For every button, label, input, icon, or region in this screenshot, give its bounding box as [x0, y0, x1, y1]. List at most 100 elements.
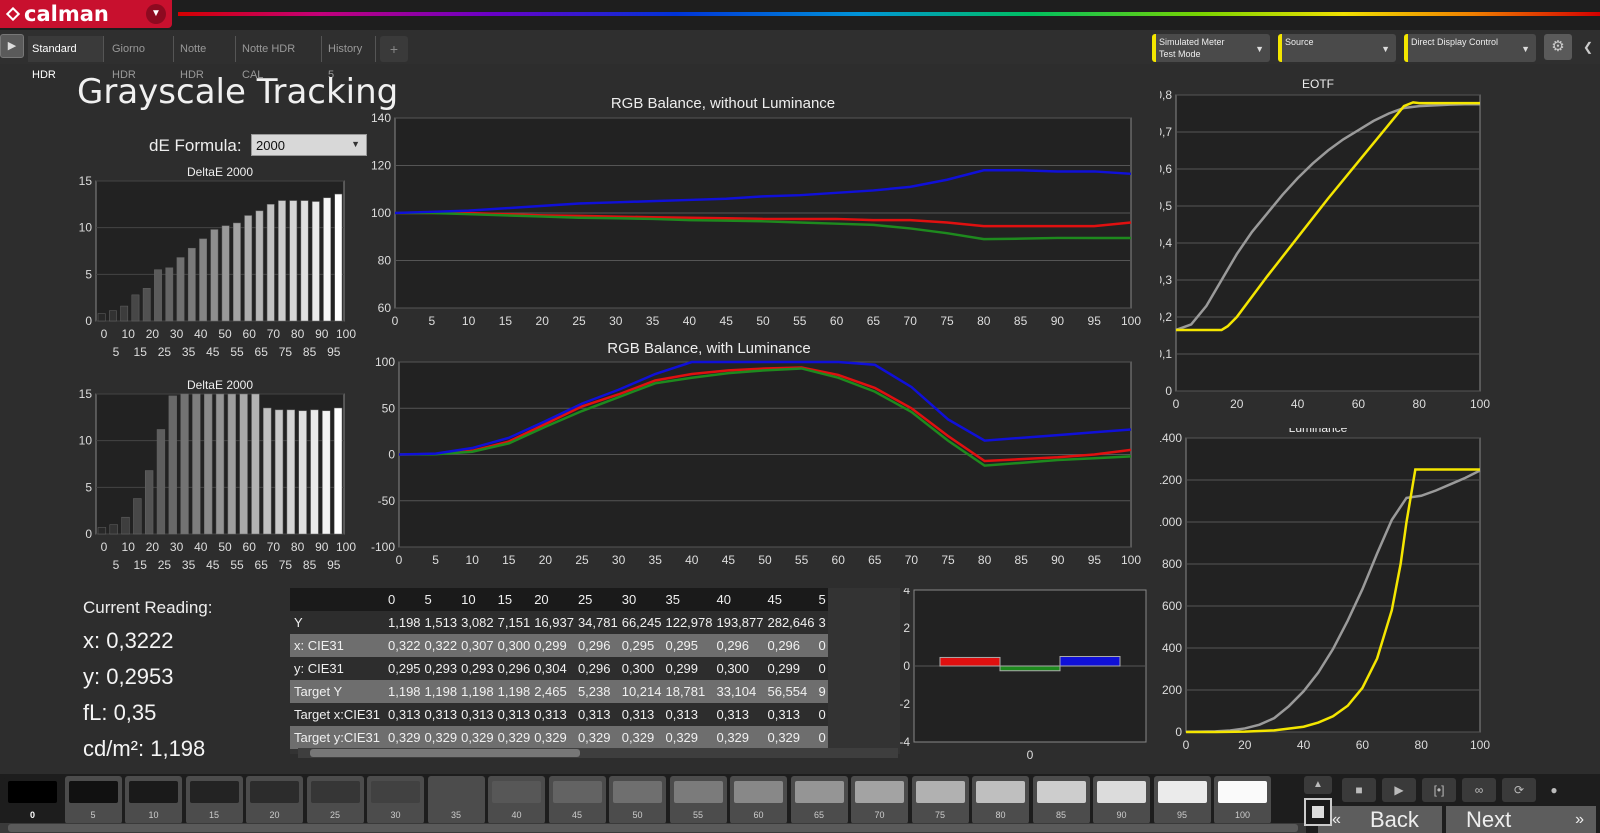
patch-swatch[interactable]: 15	[185, 776, 243, 824]
patch-label: 20	[269, 810, 280, 820]
x-tick-label: 25	[158, 558, 172, 572]
deltae-bar	[142, 288, 151, 322]
deltae-bar	[323, 197, 331, 322]
patch-swatch[interactable]: 35	[427, 776, 485, 824]
patch-swatch[interactable]: 100	[1214, 776, 1271, 824]
x-tick-label: 100	[1121, 314, 1141, 328]
patch-swatch[interactable]: 30	[367, 776, 424, 824]
next-button[interactable]: Next »	[1446, 806, 1596, 833]
patch-color	[1097, 781, 1146, 803]
table-cell: 9	[816, 680, 828, 703]
x-tick-label: 60	[243, 327, 257, 341]
patch-color	[673, 781, 723, 803]
patch-swatch[interactable]: 60	[730, 776, 787, 824]
table-scrollbar[interactable]	[298, 748, 898, 758]
table-cell: 0,329	[714, 726, 766, 749]
deltae-bar	[311, 201, 320, 322]
table-row: Target y:CIE31 0,329 0,329 0,329 0,329 0,329 0…	[290, 726, 828, 749]
x-tick-label: 60	[243, 540, 257, 554]
table-scrollbar-thumb[interactable]	[310, 749, 580, 757]
play-icon[interactable]: ▶	[1382, 778, 1416, 802]
stop-button[interactable]	[1304, 798, 1332, 826]
x-tick-label: 15	[502, 553, 516, 567]
tab-notte-hdr-cal[interactable]: Notte HDR CAL	[238, 36, 322, 81]
x-tick-label: 75	[941, 553, 955, 567]
tab-standard-hdr[interactable]: Standard HDR	[28, 36, 104, 81]
patch-swatch[interactable]: 25	[306, 776, 364, 824]
back-button[interactable]: « Back	[1318, 806, 1442, 833]
deltae-bar	[120, 305, 129, 322]
patch-swatch[interactable]: 50	[609, 776, 666, 824]
patch-swatch[interactable]: 40	[488, 776, 545, 824]
patch-swatch[interactable]: 20	[246, 776, 303, 824]
meter-selector[interactable]: Simulated Meter Test Mode ▼	[1152, 34, 1270, 62]
patch-swatch[interactable]: 45	[548, 776, 606, 824]
table-header-row: 0 5 10 15 20 25 30 35 40 45 5	[290, 588, 828, 611]
rgb-balance-luminance-chart: RGB Balance, with Luminance-100-50050100…	[371, 340, 1141, 567]
patch-swatch[interactable]: 70	[851, 776, 908, 824]
patch-swatch[interactable]: 55	[669, 776, 727, 824]
run-icon[interactable]: ▶	[0, 34, 24, 58]
table-cell: 0	[816, 726, 828, 749]
x-tick-label: 55	[793, 314, 807, 328]
patch-strip-scrollbar[interactable]	[0, 823, 1306, 833]
table-cell: 1,198	[386, 680, 423, 703]
patch-swatch[interactable]: 65	[790, 776, 848, 824]
y-tick-label: 1000	[1160, 515, 1182, 529]
x-tick-label: 55	[230, 558, 244, 572]
chevron-left-icon[interactable]: ❮	[1578, 34, 1598, 60]
record-icon[interactable]: ●	[1542, 778, 1566, 802]
back-label: Back	[1370, 807, 1419, 832]
display-selector[interactable]: Direct Display Control ▼	[1404, 34, 1536, 62]
table-cell: 2,465	[532, 680, 576, 703]
table-cell: 3,082	[459, 611, 496, 634]
patch-swatch[interactable]: 0	[4, 776, 61, 824]
deltae-bar	[233, 222, 241, 322]
patch-color	[189, 781, 239, 803]
patch-swatch[interactable]: 75	[911, 776, 969, 824]
spectrum-bar	[178, 12, 1600, 16]
patch-color	[129, 781, 178, 803]
tab-notte-hdr[interactable]: Notte HDR	[176, 36, 236, 81]
deltae-bar	[310, 409, 319, 535]
x-tick-label: 45	[722, 553, 736, 567]
patch-swatch[interactable]: 10	[125, 776, 182, 824]
patch-swatch[interactable]: 80	[972, 776, 1029, 824]
read-series-icon[interactable]: [•]	[1422, 778, 1456, 802]
x-tick-label: 85	[1015, 553, 1029, 567]
table-cell: 16,937	[532, 611, 576, 634]
table-row: Target x:CIE31 0,313 0,313 0,313 0,313 0,313 0…	[290, 703, 828, 726]
x-tick-label: 60	[832, 553, 846, 567]
patch-swatch[interactable]: 95	[1153, 776, 1211, 824]
de-formula-select[interactable]: 2000 ▼	[251, 134, 367, 156]
add-tab-button[interactable]: +	[380, 36, 408, 62]
stop-icon[interactable]: ■	[1342, 778, 1376, 802]
table-cell: 0,313	[575, 703, 620, 726]
patch-swatch[interactable]: 5	[64, 776, 122, 824]
tab-giorno-hdr[interactable]: Giorno HDR	[108, 36, 174, 81]
continuous-icon[interactable]: ∞	[1462, 778, 1496, 802]
refresh-icon[interactable]: ⟳	[1502, 778, 1536, 802]
deltae-bar	[266, 204, 275, 322]
table-row-label: y: CIE31	[290, 657, 386, 680]
up-down-icon[interactable]: ▲	[1304, 776, 1332, 794]
calman-logo[interactable]: calman ▼	[0, 0, 172, 28]
table-header-cell	[290, 588, 386, 611]
next-label: Next	[1466, 807, 1512, 832]
gear-icon[interactable]: ⚙	[1544, 34, 1572, 60]
chevron-down-icon[interactable]: ▼	[146, 4, 166, 24]
source-selector[interactable]: Source ▼	[1278, 34, 1396, 62]
patch-swatch[interactable]: 90	[1093, 776, 1150, 824]
table-cell: 0	[816, 657, 828, 680]
table-cell: 0,313	[495, 703, 533, 726]
x-tick-label: 50	[218, 540, 232, 554]
measurement-table[interactable]: 0 5 10 15 20 25 30 35 40 45 5 Y 1,198 1,513 3,082 7,15…	[290, 588, 900, 754]
patch-strip-scrollbar-thumb[interactable]	[8, 824, 1298, 832]
x-tick-label: 30	[170, 540, 184, 554]
y-tick-label: 0,3	[1160, 273, 1172, 287]
x-tick-label: 55	[230, 345, 244, 359]
x-tick-label: 45	[206, 345, 220, 359]
table-cell: 0,329	[619, 726, 664, 749]
tab-history-5[interactable]: History 5	[324, 36, 376, 81]
patch-swatch[interactable]: 85	[1032, 776, 1090, 824]
